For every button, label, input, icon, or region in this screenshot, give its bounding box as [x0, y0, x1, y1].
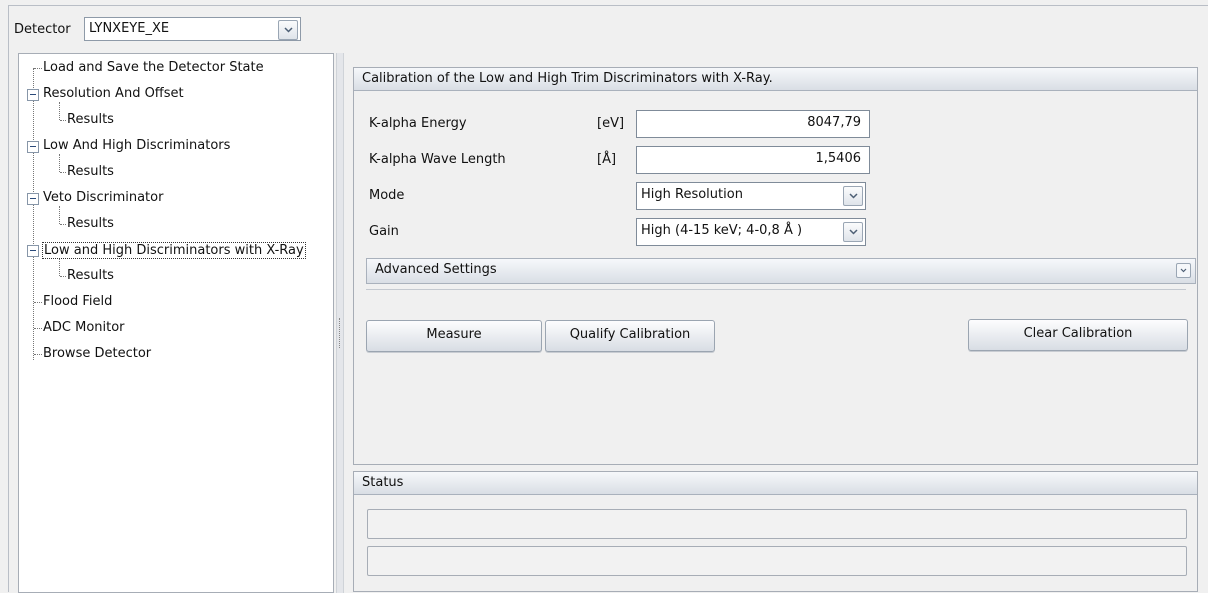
tree-connector: [59, 102, 60, 120]
tree-connector: [34, 302, 42, 303]
tree-item-flood-field[interactable]: Flood Field: [43, 294, 112, 309]
clear-calibration-button[interactable]: Clear Calibration: [968, 319, 1188, 351]
tree-item-low-high-discriminators[interactable]: Low And High Discriminators: [43, 138, 230, 153]
tree-connector: [59, 154, 60, 172]
mode-label: Mode: [369, 188, 405, 203]
splitter-grip: [339, 318, 342, 348]
status-line-2: [367, 546, 1187, 576]
collapse-icon[interactable]: [27, 89, 39, 101]
tree-item-results[interactable]: Results: [67, 164, 114, 179]
detector-select-value: LYNXEYE_XE: [89, 21, 170, 36]
k-alpha-wave-length-label: K-alpha Wave Length: [369, 152, 506, 167]
tree-connector: [60, 120, 66, 121]
tree-connector: [60, 172, 66, 173]
tree-item-resolution-offset[interactable]: Resolution And Offset: [43, 86, 184, 101]
gain-select[interactable]: High (4-15 keV; 4-0,8 Å ): [636, 218, 866, 246]
navigation-tree: Load and Save the Detector State Resolut…: [18, 53, 334, 593]
tree-connector: [60, 276, 66, 277]
mode-select[interactable]: High Resolution: [636, 182, 866, 210]
tree-item-browse-detector[interactable]: Browse Detector: [43, 346, 151, 361]
advanced-settings-header[interactable]: Advanced Settings: [366, 258, 1196, 284]
status-panel: Status: [353, 471, 1198, 592]
tree-item-adc-monitor[interactable]: ADC Monitor: [43, 320, 125, 335]
gain-label: Gain: [369, 224, 399, 239]
tree-connector: [59, 206, 60, 224]
status-panel-title: Status: [354, 472, 1197, 495]
tree-connector: [33, 68, 34, 360]
window-left-border: [8, 5, 9, 592]
measure-button[interactable]: Measure: [366, 320, 542, 352]
tree-connector: [34, 354, 42, 355]
tree-item-low-high-xray[interactable]: Low and High Discriminators with X-Ray: [42, 242, 306, 259]
advanced-settings-divider: [366, 289, 1186, 290]
advanced-settings-label: Advanced Settings: [375, 262, 497, 277]
qualify-calibration-button[interactable]: Qualify Calibration: [545, 320, 715, 352]
k-alpha-energy-field[interactable]: 8047,79: [636, 110, 870, 138]
k-alpha-energy-label: K-alpha Energy: [369, 116, 467, 131]
k-alpha-energy-unit: [eV]: [597, 116, 625, 131]
panel-splitter[interactable]: [336, 53, 344, 593]
chevron-down-icon[interactable]: [843, 222, 863, 242]
calibration-panel-title: Calibration of the Low and High Trim Dis…: [354, 68, 1197, 91]
status-line-1: [367, 509, 1187, 539]
window-top-border: [8, 5, 1208, 6]
tree-connector: [34, 328, 42, 329]
tree-item-load-save-state[interactable]: Load and Save the Detector State: [43, 60, 264, 75]
tree-item-veto-discriminator[interactable]: Veto Discriminator: [43, 190, 163, 205]
chevron-down-icon[interactable]: [278, 20, 298, 40]
tree-connector: [59, 258, 60, 276]
tree-item-results[interactable]: Results: [67, 268, 114, 283]
tree-connector: [60, 224, 66, 225]
collapse-icon[interactable]: [27, 245, 39, 257]
collapse-icon[interactable]: [27, 141, 39, 153]
k-alpha-wave-length-field[interactable]: 1,5406: [636, 146, 870, 174]
collapse-icon[interactable]: [27, 193, 39, 205]
k-alpha-wave-length-unit: [Å]: [597, 152, 617, 167]
detector-select[interactable]: LYNXEYE_XE: [84, 17, 301, 41]
gain-select-value: High (4-15 keV; 4-0,8 Å ): [641, 223, 803, 238]
mode-select-value: High Resolution: [641, 187, 743, 202]
detector-label: Detector: [14, 22, 71, 37]
calibration-panel: Calibration of the Low and High Trim Dis…: [353, 67, 1198, 465]
chevron-down-icon[interactable]: [843, 186, 863, 206]
tree-item-results[interactable]: Results: [67, 216, 114, 231]
tree-item-results[interactable]: Results: [67, 112, 114, 127]
tree-connector: [34, 68, 42, 69]
expand-icon[interactable]: [1176, 263, 1191, 278]
